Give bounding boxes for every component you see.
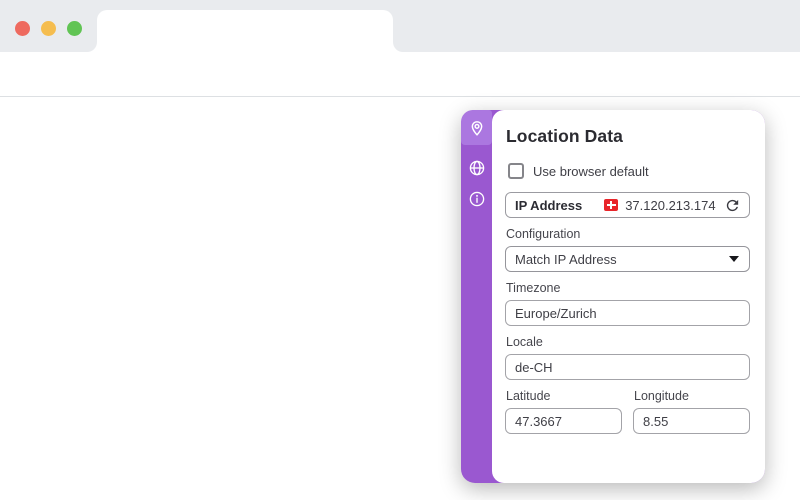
locale-input[interactable] [505, 354, 750, 380]
configuration-selected-value: Match IP Address [515, 251, 617, 267]
popup-sidebar [461, 110, 492, 483]
info-icon [469, 191, 484, 207]
sidebar-item-info[interactable] [461, 183, 492, 215]
longitude-column: Longitude [633, 380, 750, 434]
timezone-label: Timezone [506, 281, 561, 295]
ip-address-value: 37.120.213.174 [625, 197, 716, 213]
timezone-input[interactable] [505, 300, 750, 326]
location-pin-icon [471, 120, 482, 136]
use-browser-default-checkbox[interactable] [508, 163, 524, 179]
tab-bar [0, 0, 800, 52]
popup-title: Location Data [506, 126, 624, 146]
ip-refresh-button[interactable] [724, 197, 741, 214]
ip-address-label: IP Address [515, 197, 583, 213]
popup-body: Location Data Use browser default IP Add… [492, 110, 765, 483]
zoom-window-button[interactable] [67, 21, 82, 36]
longitude-input[interactable] [633, 408, 750, 434]
browser-toolbar [0, 52, 800, 142]
sidebar-item-browser[interactable] [461, 152, 492, 184]
ip-address-box: IP Address 37.120.213.174 [505, 192, 750, 218]
locale-label: Locale [506, 335, 543, 349]
browser-tab[interactable] [97, 10, 393, 52]
minimize-window-button[interactable] [41, 21, 56, 36]
latitude-column: Latitude [505, 380, 622, 434]
sidebar-item-location[interactable] [461, 110, 492, 145]
location-data-popup: Location Data Use browser default IP Add… [461, 110, 765, 483]
swiss-flag-icon [604, 199, 619, 211]
coordinates-row: Latitude Longitude [505, 380, 750, 434]
latitude-input[interactable] [505, 408, 622, 434]
close-window-button[interactable] [15, 21, 30, 36]
configuration-label: Configuration [506, 227, 581, 241]
configuration-select[interactable]: Match IP Address [505, 246, 750, 272]
chevron-down-icon [729, 256, 739, 262]
globe-icon [469, 160, 484, 176]
tab-bar-right [393, 0, 800, 52]
use-browser-default-label: Use browser default [533, 163, 649, 179]
use-browser-default-row: Use browser default [508, 162, 750, 180]
latitude-label: Latitude [506, 389, 551, 403]
refresh-icon [726, 199, 739, 211]
longitude-label: Longitude [634, 389, 689, 403]
